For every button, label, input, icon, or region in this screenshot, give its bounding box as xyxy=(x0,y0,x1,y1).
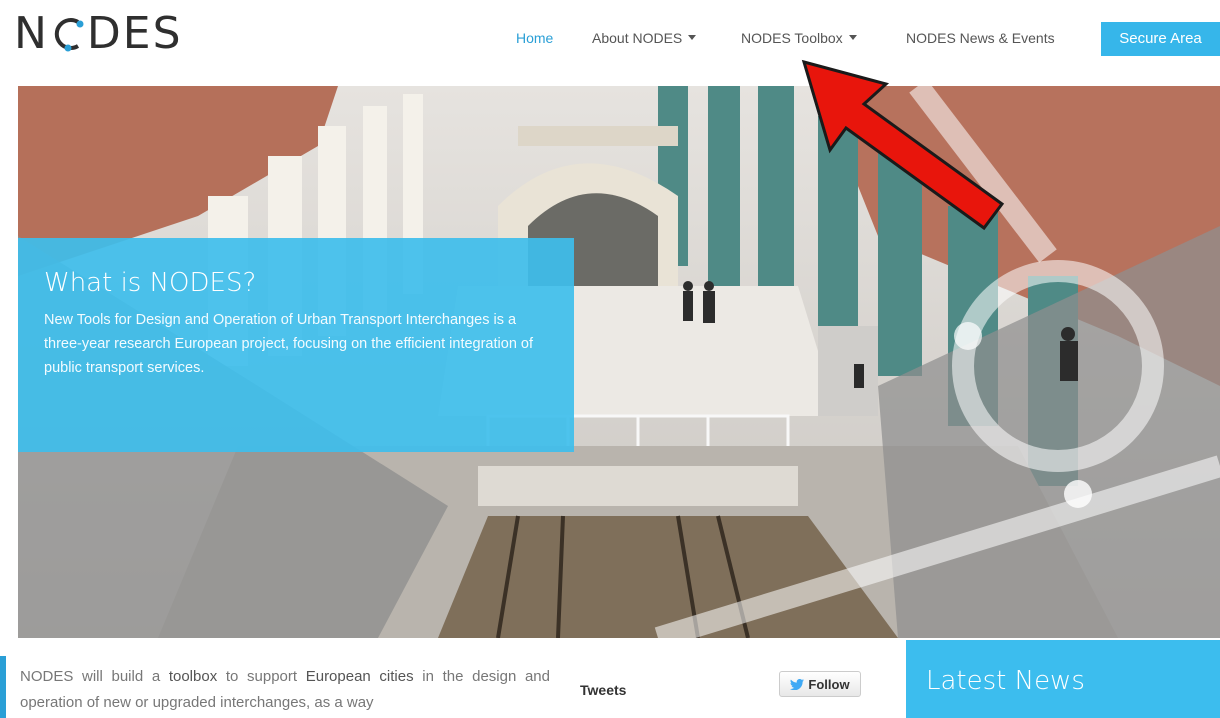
intro-text-2: to support xyxy=(217,668,306,685)
chevron-down-icon xyxy=(848,34,857,40)
hero-text: New Tools for Design and Operation of Ur… xyxy=(44,312,533,376)
tweets-heading: Tweets xyxy=(580,682,627,698)
chevron-down-icon xyxy=(688,34,697,40)
hero-title: What is NODES? xyxy=(44,268,257,298)
red-pointer-arrow-icon xyxy=(801,59,1005,231)
secure-area-button[interactable]: Secure Area xyxy=(1101,22,1220,56)
nav-about-label: About NODES xyxy=(592,30,683,46)
nav-about[interactable]: About NODES xyxy=(592,30,697,46)
left-accent-bar xyxy=(0,656,6,718)
intro-bold-toolbox: toolbox xyxy=(168,668,218,685)
follow-label: Follow xyxy=(808,676,850,692)
latest-news-title: Latest News xyxy=(926,666,1085,696)
main-nav: Home About NODES NODES Toolbox NODES New… xyxy=(0,24,1220,58)
nav-news-events[interactable]: NODES News & Events xyxy=(906,30,1055,46)
hero-banner: What is NODES? New Tools for Design and … xyxy=(18,86,1220,638)
intro-bold-cities: European cities xyxy=(305,668,414,685)
intro-text-1: NODES will build a xyxy=(20,668,169,685)
nav-home[interactable]: Home xyxy=(516,30,553,46)
hero-info-box: What is NODES? New Tools for Design and … xyxy=(18,238,574,452)
twitter-bird-icon xyxy=(790,678,805,690)
latest-news-panel: Latest News xyxy=(906,640,1220,718)
intro-paragraph: NODES will build a toolbox to support Eu… xyxy=(20,664,550,716)
twitter-follow-button[interactable]: Follow xyxy=(779,671,861,697)
nav-toolbox[interactable]: NODES Toolbox xyxy=(741,30,857,46)
nav-toolbox-label: NODES Toolbox xyxy=(741,30,843,46)
